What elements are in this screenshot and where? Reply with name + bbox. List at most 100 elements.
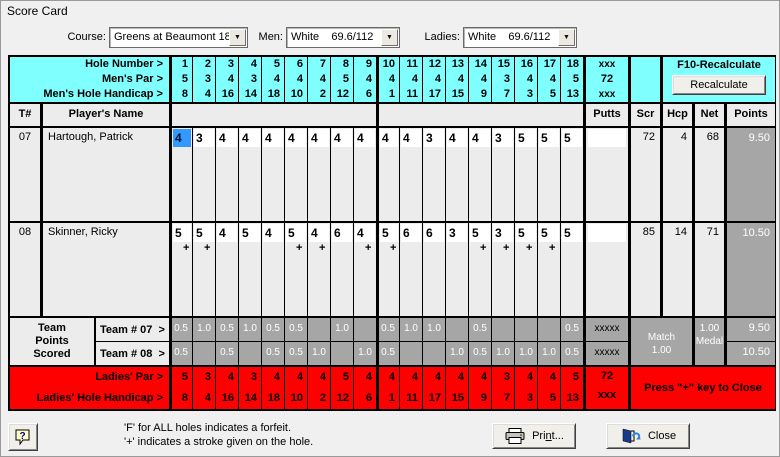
score-cell[interactable]: 5 bbox=[516, 129, 536, 147]
ladies-handicap-cell: 4 bbox=[193, 388, 215, 409]
ladies-par-cell: 4 bbox=[469, 367, 491, 388]
score-cell[interactable]: 4 bbox=[470, 129, 490, 147]
team-point-cell: 0.5 bbox=[262, 318, 284, 341]
score-cell[interactable]: 4 bbox=[380, 129, 398, 147]
score-cell[interactable]: 4 bbox=[263, 224, 283, 242]
score-cell[interactable]: 4 bbox=[263, 129, 283, 147]
hole-cell: 3 bbox=[446, 223, 468, 316]
hole-cell: 5+ bbox=[377, 223, 399, 316]
score-cell[interactable]: 6 bbox=[332, 224, 352, 242]
score-cell[interactable]: 5 bbox=[380, 224, 398, 242]
course-select[interactable]: Greens at Beaumont 18 ▼ bbox=[109, 27, 248, 48]
player-row: 08Skinner, Ricky5+5+4545+4+64+5+6635+3+5… bbox=[10, 223, 774, 316]
chevron-down-icon[interactable]: ▼ bbox=[229, 29, 246, 46]
score-cell[interactable]: 4 bbox=[217, 129, 237, 147]
score-cell[interactable]: 4 bbox=[286, 129, 306, 147]
team-07-row-label: Team # 07 > bbox=[96, 318, 169, 341]
score-cell[interactable]: 5 bbox=[562, 224, 582, 242]
team-putts-cell: xxxxx bbox=[584, 342, 628, 365]
team-point-cell: 0.5 bbox=[216, 318, 238, 341]
hole-cell: 4 bbox=[262, 128, 284, 221]
men-label: Men: bbox=[255, 31, 283, 43]
score-cell[interactable]: 6 bbox=[401, 224, 421, 242]
team-point-cell: 0.5 bbox=[469, 318, 491, 341]
score-column-header: Scr bbox=[629, 104, 660, 126]
back-nine-header-space bbox=[377, 104, 583, 126]
score-cell[interactable]: 5 bbox=[539, 224, 559, 242]
score-cell[interactable]: 5 bbox=[173, 224, 191, 242]
score-cell[interactable]: 5 bbox=[194, 224, 214, 242]
score-cell[interactable]: 5 bbox=[286, 224, 306, 242]
hole-cell: 5+ bbox=[285, 223, 307, 316]
score-cell[interactable]: 5 bbox=[470, 224, 490, 242]
hole-number-cell: 7 bbox=[308, 57, 330, 72]
mens-handicap-cell: 10 bbox=[285, 87, 307, 102]
score-cell[interactable]: 4 bbox=[173, 129, 191, 147]
score-cell[interactable]: 4 bbox=[355, 129, 375, 147]
score-cell[interactable]: 6 bbox=[424, 224, 444, 242]
hole-number-cell: 18 bbox=[561, 57, 583, 72]
mens-handicap-cell: 14 bbox=[239, 87, 261, 102]
help-button[interactable]: ? bbox=[8, 423, 38, 451]
chevron-down-icon[interactable]: ▼ bbox=[558, 29, 575, 46]
team-number: 08 bbox=[10, 223, 40, 316]
mens-par-cell: 5 bbox=[331, 72, 353, 87]
player-name: Hartough, Patrick bbox=[41, 128, 169, 221]
score-cell[interactable]: 4 bbox=[355, 224, 375, 242]
score-cell[interactable]: 5 bbox=[516, 224, 536, 242]
recalculate-button[interactable]: Recalculate bbox=[672, 75, 766, 95]
ladies-par-cell: 3 bbox=[492, 367, 514, 388]
stroke-given-mark: + bbox=[469, 242, 491, 254]
ladies-par-cell: 4 bbox=[308, 367, 330, 388]
recalculate-panel: F10-Recalculate Recalculate bbox=[661, 57, 775, 102]
team-point-cell: 0.5 bbox=[377, 318, 399, 341]
score-cell[interactable]: 4 bbox=[401, 129, 421, 147]
printer-icon bbox=[504, 428, 526, 444]
score-cell[interactable]: 3 bbox=[447, 224, 467, 242]
score-cell[interactable]: 4 bbox=[217, 224, 237, 242]
score-cell[interactable]: 3 bbox=[194, 129, 214, 147]
score-cell[interactable]: 4 bbox=[309, 224, 329, 242]
ladies-par-cell: 3 bbox=[193, 367, 215, 388]
course-value: Greens at Beaumont 18 bbox=[114, 31, 231, 43]
score-cell[interactable]: 4 bbox=[447, 129, 467, 147]
mens-par-cell: 5 bbox=[170, 72, 192, 87]
chevron-down-icon[interactable]: ▼ bbox=[381, 29, 398, 46]
mens-handicap-cell: 6 bbox=[354, 87, 376, 102]
ladies-tee-select[interactable]: White 69.6/112 ▼ bbox=[463, 27, 577, 48]
ladies-handicap-cell: 18 bbox=[262, 388, 284, 409]
score-cell[interactable]: 5 bbox=[562, 129, 582, 147]
ladies-par-cell: 4 bbox=[285, 367, 307, 388]
legend-notes: 'F' for ALL holes indicates a forfeit. '… bbox=[124, 421, 313, 449]
mens-par-cell: 4 bbox=[216, 72, 238, 87]
mens-handicap-cell: 17 bbox=[423, 87, 445, 102]
ladies-par-cell: 4 bbox=[515, 367, 537, 388]
score-cell[interactable]: 4 bbox=[332, 129, 352, 147]
score-cell[interactable]: 5 bbox=[240, 224, 260, 242]
score-cell[interactable]: 3 bbox=[424, 129, 444, 147]
team-points-total: 9.50 bbox=[725, 318, 775, 341]
hole-cell: 4 bbox=[469, 128, 491, 221]
ladies-tee-value: White 69.6/112 bbox=[468, 31, 550, 43]
putts-input[interactable] bbox=[588, 224, 626, 242]
close-button[interactable]: Close bbox=[606, 423, 690, 449]
score-cell[interactable]: 5 bbox=[539, 129, 559, 147]
putts-input[interactable] bbox=[588, 129, 626, 147]
men-tee-select[interactable]: White 69.6/112 ▼ bbox=[286, 27, 400, 48]
ladies-handicap-cell: 17 bbox=[423, 388, 445, 409]
stroke-given-mark: + bbox=[515, 242, 537, 254]
hole-number-cell: 1 bbox=[170, 57, 192, 72]
front-nine-header-space bbox=[170, 104, 376, 126]
hole-cell: 4 bbox=[239, 128, 261, 221]
score-cell[interactable]: 4 bbox=[240, 129, 260, 147]
ladies-par-cell: 4 bbox=[400, 367, 422, 388]
team-point-cell: 0.5 bbox=[262, 342, 284, 365]
score-cell[interactable]: 3 bbox=[493, 129, 513, 147]
net-column-header: Net bbox=[693, 104, 724, 126]
mens-par-cell: 3 bbox=[492, 72, 514, 87]
score-cell[interactable]: 4 bbox=[309, 129, 329, 147]
print-button[interactable]: Print... bbox=[492, 423, 576, 449]
ladies-par-cell: 4 bbox=[446, 367, 468, 388]
score-cell[interactable]: 3 bbox=[493, 224, 513, 242]
mens-par-cell: 4 bbox=[400, 72, 422, 87]
